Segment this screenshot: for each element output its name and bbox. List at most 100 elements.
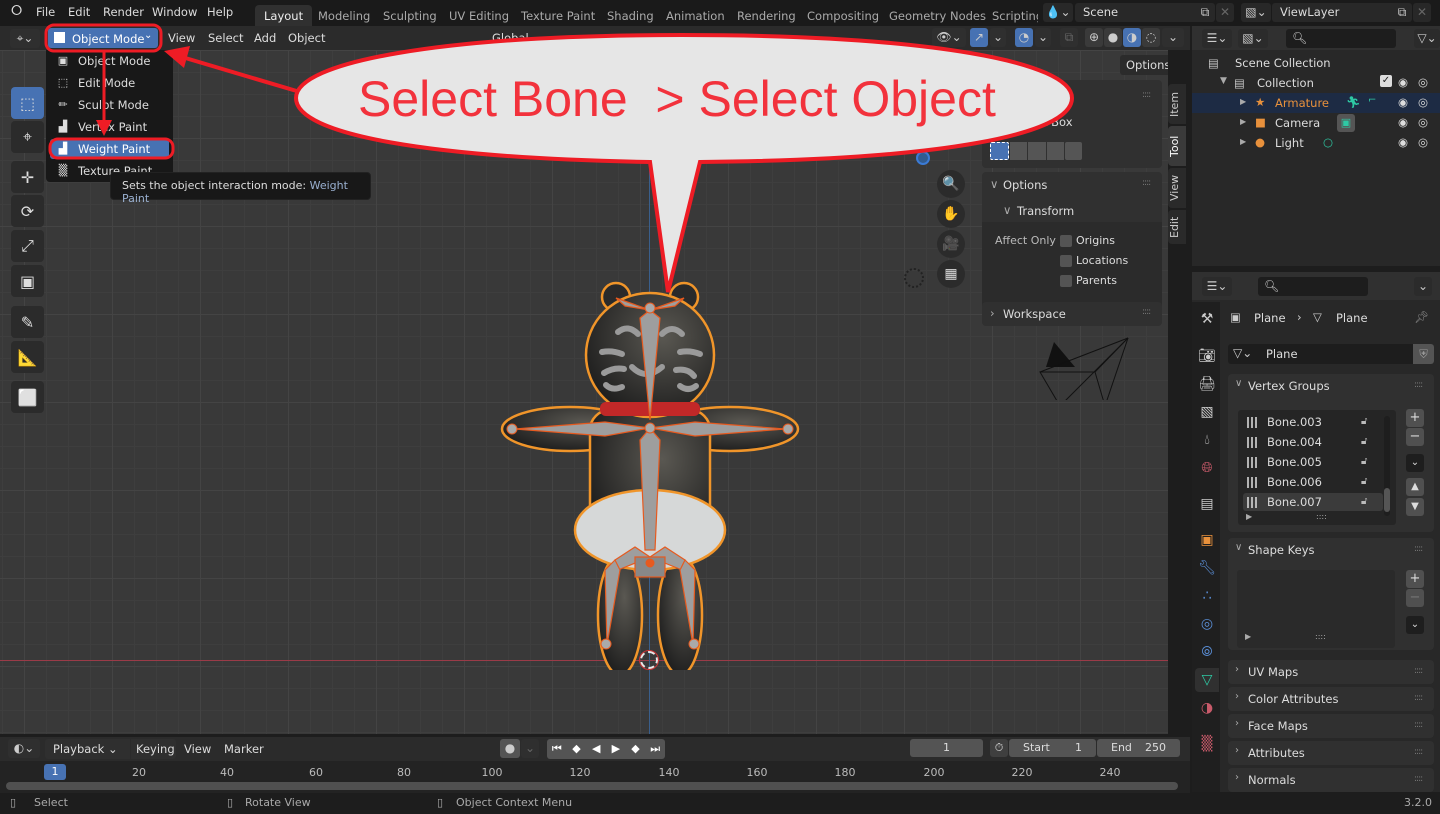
expand-triangle-icon[interactable]: ▶ (1240, 97, 1246, 106)
view-layer-tab-icon[interactable]: ▧ (1195, 400, 1219, 424)
camera-wireframe[interactable] (1030, 330, 1140, 400)
navigation-gizmo-z[interactable] (916, 151, 930, 165)
menu-help[interactable]: Help (207, 5, 233, 19)
side-tab-tool[interactable]: Tool (1168, 126, 1186, 166)
move-down-button[interactable]: ▼ (1406, 498, 1424, 516)
side-tab-view[interactable]: View (1168, 168, 1186, 208)
drag-grip-icon[interactable]: :::: (1414, 380, 1423, 390)
keying-dropdown-icon[interactable]: ⌄ (521, 739, 539, 758)
pan-hand-icon[interactable]: ✋ (937, 200, 965, 228)
list-resize-grip[interactable]: :::: (1315, 632, 1326, 641)
camera-render-icon[interactable]: ◎ (1418, 95, 1428, 109)
start-frame-field[interactable]: Start 1 (1009, 739, 1096, 757)
timeline-editor-type-icon[interactable]: ◐⌄ (8, 739, 40, 758)
timeline-menu-marker[interactable]: Marker (224, 742, 264, 756)
expand-triangle-icon[interactable]: ▼ (1220, 76, 1227, 86)
menu-edit[interactable]: Edit (68, 5, 90, 19)
tab-compositing[interactable]: Compositing (798, 5, 888, 26)
camera-render-icon[interactable]: ◎ (1418, 135, 1428, 149)
overlay-toggle-icon[interactable]: ◔ (1015, 28, 1033, 47)
gizmo-toggle-icon[interactable]: ↗ (970, 28, 988, 47)
drag-grip-icon[interactable]: :::: (1142, 90, 1151, 100)
menu-item-edit-mode[interactable]: ⬚ Edit Mode (50, 73, 169, 93)
drag-grip-icon[interactable]: :::: (1414, 720, 1423, 730)
play-reverse-icon[interactable]: ◀ (586, 739, 606, 759)
normals-panel[interactable]: › Normals:::: (1228, 768, 1434, 792)
face-maps-panel[interactable]: › Face Maps:::: (1228, 714, 1434, 738)
scale-tool[interactable]: ⤢ (11, 230, 44, 262)
menu-item-weight-paint[interactable]: ▟ Weight Paint (50, 139, 169, 159)
timeline-scrollbar[interactable] (6, 782, 1178, 790)
attributes-panel[interactable]: › Attributes:::: (1228, 741, 1434, 765)
blender-logo-icon[interactable]: ⭘ (11, 3, 22, 19)
scene-name-field[interactable]: Scene (1075, 3, 1215, 22)
select-box-tool[interactable]: ⬚ (11, 87, 44, 119)
chevron-down-icon[interactable]: ∨ (1003, 203, 1011, 217)
render-tab-icon[interactable]: 📷︎ (1195, 344, 1219, 368)
texture-tab-icon[interactable]: ▒ (1195, 732, 1219, 756)
world-tab-icon[interactable]: 🌐︎ (1195, 456, 1219, 480)
add-shape-key-button[interactable]: + (1406, 570, 1424, 588)
drag-grip-icon[interactable]: :::: (1414, 747, 1423, 757)
outliner-row-armature[interactable]: ▶ ★ Armature 🏃︎ ⌐ ◉ ◎ (1192, 93, 1440, 113)
move-tool[interactable]: ✛ (11, 161, 44, 193)
material-tab-icon[interactable]: ◑ (1195, 696, 1219, 720)
chevron-down-icon[interactable]: ∨ (1235, 378, 1242, 389)
collection-checkbox[interactable]: ✓ (1380, 75, 1392, 87)
unlock-icon[interactable]: 🔓︎ (1361, 416, 1367, 427)
expand-triangle-icon[interactable]: ▶ (1240, 117, 1246, 126)
measure-tool[interactable]: 📐 (11, 341, 44, 373)
playback-menu[interactable]: Playback ⌄ (45, 739, 130, 759)
expand-triangle-icon[interactable]: ▶ (1240, 137, 1246, 146)
vertex-group-specials-button[interactable]: ⌄ (1406, 454, 1424, 472)
modifier-tab-icon[interactable]: 🔧︎ (1195, 556, 1219, 580)
uv-maps-panel[interactable]: › UV Maps:::: (1228, 660, 1434, 684)
mode-invert-icon[interactable] (1046, 142, 1064, 160)
menu-window[interactable]: Window (152, 5, 197, 19)
remove-vertex-group-button[interactable]: − (1406, 428, 1424, 446)
cursor-tool[interactable]: ⌖ (11, 121, 44, 153)
gizmo-dropdown-icon[interactable]: ⌄ (990, 28, 1006, 47)
camera-view-icon[interactable]: 🎥 (937, 230, 965, 258)
delete-scene-icon[interactable]: ✕ (1216, 3, 1234, 22)
output-tab-icon[interactable]: 🖨︎ (1195, 372, 1219, 396)
shape-keys-title[interactable]: Shape Keys (1248, 543, 1315, 557)
character-model[interactable] (490, 270, 810, 670)
outliner-scene-collection[interactable]: ▤ Scene Collection (1192, 53, 1440, 73)
vertex-group-item[interactable]: Bone.004 🔓︎ (1243, 433, 1383, 451)
delete-view-layer-icon[interactable]: ✕ (1413, 3, 1431, 22)
timeline-menu-view[interactable]: View (184, 742, 211, 756)
auto-keying-icon[interactable]: ● (500, 739, 520, 758)
origins-checkbox[interactable] (1060, 235, 1072, 247)
mode-intersect-icon[interactable] (1064, 142, 1083, 160)
solid-shading-icon[interactable]: ● (1104, 28, 1122, 47)
outliner-row-light[interactable]: ▶ ● Light ○ ◉ ◎ (1192, 133, 1440, 153)
copy-view-layer-icon[interactable]: ⧉ (1393, 3, 1411, 22)
mode-set-icon[interactable] (990, 142, 1010, 160)
visibility-selector-icon[interactable]: 👁⌄ (932, 28, 966, 47)
eye-icon[interactable]: ◉ (1398, 95, 1408, 109)
remove-shape-key-button[interactable]: − (1406, 589, 1424, 607)
menu-view[interactable]: View (168, 31, 195, 45)
vertex-groups-title[interactable]: Vertex Groups (1248, 379, 1330, 393)
outliner-search-input[interactable]: 🔍︎ (1286, 29, 1396, 48)
options-button[interactable]: Options ⌄ (1120, 55, 1168, 86)
workspace-panel[interactable]: › Workspace :::: (982, 302, 1162, 326)
mode-dropdown[interactable]: Object Mode ⌄ (48, 28, 158, 48)
stopwatch-icon[interactable]: ⏱ (990, 739, 1008, 757)
transform-orientation[interactable]: Global (492, 31, 529, 45)
drag-grip-icon[interactable]: :::: (1414, 544, 1423, 554)
tab-modeling[interactable]: Modeling (309, 5, 379, 26)
tab-uv-editing[interactable]: UV Editing (440, 5, 518, 26)
fake-user-shield-icon[interactable]: ⛨ (1413, 344, 1434, 364)
mesh-data-tab-icon[interactable]: ▽ (1195, 668, 1219, 692)
outliner-collection[interactable]: ▼ ▤ Collection ✓ ◉ ◎ (1192, 73, 1440, 93)
outliner-row-camera[interactable]: ▶ ■ Camera ▣ ◉ ◎ (1192, 113, 1440, 133)
timeline[interactable]: 1 20 40 60 80 100 120 140 160 180 200 22… (0, 761, 1190, 793)
copy-scene-icon[interactable]: ⧉ (1196, 3, 1214, 22)
pin-icon[interactable]: 📌︎ (1414, 310, 1429, 324)
menu-file[interactable]: File (36, 5, 55, 19)
chevron-down-icon[interactable]: ∨ (1235, 542, 1242, 553)
rotate-tool[interactable]: ⟳ (11, 195, 44, 227)
light-data-icon[interactable]: ○ (1323, 135, 1333, 149)
